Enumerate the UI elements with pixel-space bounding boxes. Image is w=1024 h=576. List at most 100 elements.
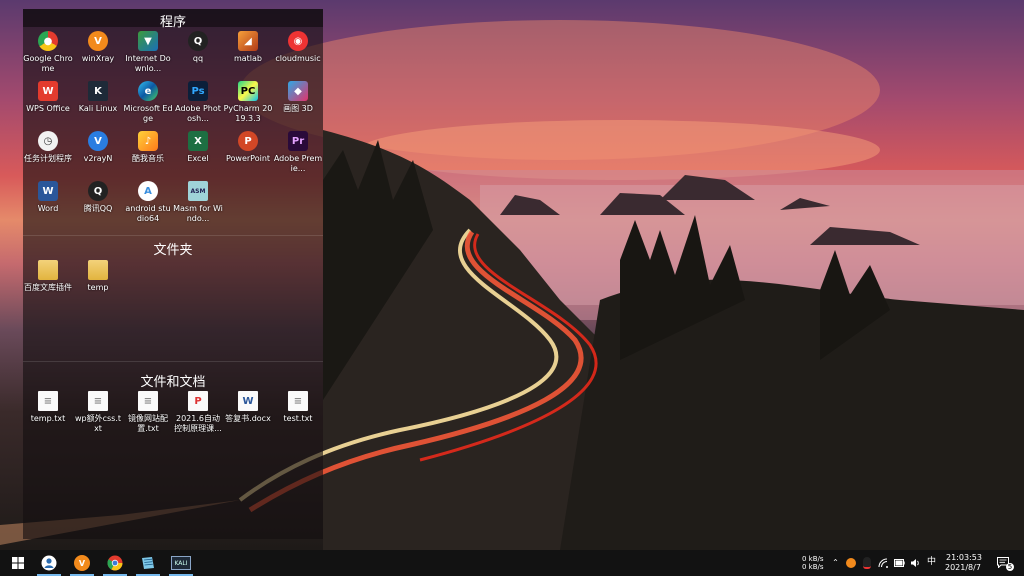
net-upload-speed: 0 kB/s [802, 555, 824, 563]
txt-file-icon: ≡ [88, 391, 108, 411]
desktop-shortcut[interactable]: ● Google Chrome [23, 31, 73, 79]
desktop-shortcut[interactable]: ◆ 画图 3D [273, 81, 323, 129]
task-scheduler-icon: ◷ [38, 131, 58, 151]
txt-file-icon: ≡ [288, 391, 308, 411]
desktop-shortcut[interactable]: Aandroid studio64 [123, 181, 173, 229]
taskbar: V KALI 0 kB/s 0 kB/s ⌃ 中 21:03:53 2021/8… [0, 550, 1024, 576]
shortcut-label: 百度文库插件 [24, 283, 72, 292]
clock-date[interactable]: 2021/8/7 [945, 563, 981, 573]
winxray-icon: V [74, 555, 90, 571]
desktop-shortcut[interactable]: W WPS Office [23, 81, 73, 129]
desktop-shortcut[interactable]: Vv2rayN [73, 131, 123, 179]
desktop-shortcut[interactable]: VwinXray [73, 31, 123, 79]
shortcut-label: 2021.6自动控制原理课... [174, 414, 222, 433]
shortcut-label: matlab [233, 54, 263, 63]
taskbar-chrome-button[interactable] [100, 550, 130, 576]
shortcut-label: Adobe Premie... [273, 154, 323, 173]
shortcut-label: Masm for Windo... [173, 204, 223, 223]
shortcut-label: PyCharm 2019.3.3 [223, 104, 273, 123]
battery-icon[interactable] [894, 557, 905, 568]
chrome-icon [107, 555, 123, 571]
programs-fence-title: 程序 [159, 15, 186, 30]
folders-fence-title: 文件夹 [153, 243, 193, 258]
desktop-shortcut[interactable]: ◷ 任务计划程序 [23, 131, 73, 179]
shortcut-label: Kali Linux [78, 104, 118, 113]
volume-icon[interactable] [910, 557, 921, 568]
desktop-shortcut[interactable]: W Word [23, 181, 73, 229]
taskbar-notepad-button[interactable] [133, 550, 163, 576]
notepad-icon [142, 557, 154, 569]
desktop-shortcut[interactable]: Qqq [173, 31, 223, 79]
txt-file-icon: ≡ [138, 391, 158, 411]
android-studio-icon: A [138, 181, 158, 201]
desktop-shortcut[interactable]: ≡ wp额外css.txt [73, 391, 123, 439]
desktop-shortcut[interactable]: ≡ temp.txt [23, 391, 73, 439]
wps-icon: W [38, 81, 58, 101]
shortcut-label: 酷我音乐 [132, 154, 164, 163]
taskbar-user-button[interactable] [34, 550, 64, 576]
shortcut-label: 任务计划程序 [24, 154, 72, 163]
desktop-shortcut[interactable]: PC PyCharm 2019.3.3 [223, 81, 273, 129]
folder-icon [38, 260, 58, 280]
desktop-shortcut[interactable]: ≡ test.txt [273, 391, 323, 439]
word-icon: W [38, 181, 58, 201]
desktop-shortcut[interactable]: temp [73, 260, 123, 308]
powerpoint-icon: P [238, 131, 258, 151]
shortcut-label: Excel [187, 154, 209, 163]
shortcut-label: test.txt [283, 414, 313, 423]
winxray-tray-icon[interactable] [845, 557, 856, 568]
chevron-up-icon[interactable]: ⌃ [830, 557, 841, 568]
shortcut-label: temp.txt [30, 414, 66, 423]
user-icon [41, 555, 57, 571]
desktop-shortcut[interactable]: 百度文库插件 [23, 260, 73, 308]
edge-icon: e [138, 81, 158, 101]
kali-icon: KALI [171, 556, 191, 570]
desktop-shortcut[interactable]: Ps Adobe Photosh... [173, 81, 223, 129]
pdf-file-icon: P [188, 391, 208, 411]
desktop-shortcut[interactable]: K Kali Linux [73, 81, 123, 129]
desktop-shortcut[interactable]: X Excel [173, 131, 223, 179]
shortcut-label: v2rayN [83, 154, 113, 163]
photoshop-icon: Ps [188, 81, 208, 101]
notification-count-badge: 5 [1006, 563, 1014, 571]
shortcut-label: Microsoft Edge [123, 104, 173, 123]
desktop-shortcut[interactable]: ≡ 镜像网站配置.txt [123, 391, 173, 439]
shortcut-label: 画图 3D [283, 104, 313, 113]
paint3d-icon: ◆ [288, 81, 308, 101]
wifi-icon[interactable] [878, 557, 889, 568]
shortcut-label: Word [37, 204, 59, 213]
shortcut-label: 腾讯QQ [83, 204, 113, 213]
qq-tray-icon[interactable] [861, 556, 872, 569]
desktop-shortcut[interactable]: W 答复书.docx [223, 391, 273, 439]
desktop-shortcut[interactable]: ♪ 酷我音乐 [123, 131, 173, 179]
matlab-icon: ◢ [238, 31, 258, 51]
pycharm-icon: PC [238, 81, 258, 101]
desktop-shortcut[interactable]: e Microsoft Edge [123, 81, 173, 129]
taskbar-winxray-button[interactable]: V [67, 550, 97, 576]
desktop-shortcut[interactable]: ◢ matlab [223, 31, 273, 79]
desktop-shortcut[interactable]: ◉ cloudmusic [273, 31, 323, 79]
v2rayn-icon: V [88, 131, 108, 151]
desktop-shortcut[interactable]: P 2021.6自动控制原理课... [173, 391, 223, 439]
shortcut-label: Internet Downlo... [125, 54, 171, 73]
ime-indicator[interactable]: 中 [927, 557, 936, 568]
taskbar-kali-button[interactable]: KALI [166, 550, 196, 576]
desktop-shortcut[interactable]: ▼ Internet Downlo... [123, 31, 173, 79]
shortcut-label: Google Chrome [23, 54, 73, 73]
documents-fence-title: 文件和文档 [140, 375, 206, 390]
desktop-shortcut[interactable]: P PowerPoint [223, 131, 273, 179]
excel-icon: X [188, 131, 208, 151]
clock-time[interactable]: 21:03:53 [946, 553, 982, 563]
desktop-shortcut[interactable]: Pr Adobe Premie... [273, 131, 323, 179]
shortcut-label: android studio64 [125, 204, 171, 223]
desktop-fences-panel: 程序 ● Google Chrome VwinXray ▼ Internet Downl… [23, 9, 323, 539]
shortcut-label: WPS Office [26, 104, 70, 113]
windows-start-icon [12, 557, 24, 569]
start-button[interactable] [3, 550, 33, 576]
shortcut-label: 镜像网站配置.txt [128, 414, 168, 433]
desktop-shortcut[interactable]: ASM Masm for Windo... [173, 181, 223, 229]
winxray-icon: V [88, 31, 108, 51]
shortcut-label: cloudmusic [275, 54, 321, 63]
shortcut-label: temp [87, 283, 109, 292]
desktop-shortcut[interactable]: Q 腾讯QQ [73, 181, 123, 229]
